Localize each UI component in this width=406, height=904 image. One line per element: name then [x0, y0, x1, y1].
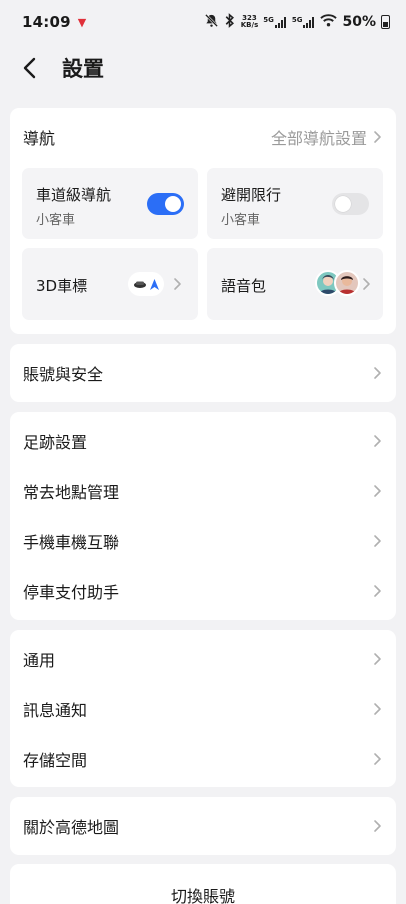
list-item-label: 存儲空間	[23, 751, 88, 770]
toggle-knob	[335, 196, 351, 212]
sim1-signal-icon: 5G	[263, 16, 287, 28]
list-item-label: 足跡設置	[23, 433, 88, 452]
all-navigation-settings-label: 全部導航設置	[270, 129, 367, 148]
3d-car-icon-tile[interactable]: 3D車標	[22, 248, 198, 320]
general-row[interactable]: 通用	[10, 634, 396, 684]
chevron-right-icon	[373, 434, 382, 448]
chevron-right-icon	[373, 484, 382, 498]
settings-group-2: 通用 訊息通知 存儲空間	[10, 630, 396, 787]
navigation-header: 導航 全部導航設置	[10, 108, 396, 166]
all-navigation-settings-link[interactable]: 全部導航設置	[271, 125, 382, 149]
car-marker-preview-icon	[128, 272, 164, 296]
chevron-right-icon	[373, 130, 382, 144]
account-security-row[interactable]: 賬號與安全	[10, 344, 396, 402]
chevron-right-icon	[173, 277, 182, 291]
account-security-label: 賬號與安全	[23, 365, 104, 384]
avoid-restriction-toggle[interactable]	[332, 193, 369, 215]
navigation-card: 導航 全部導航設置 車道級導航 小客車 避開限行 小客車 3D車標 語音包	[10, 108, 396, 334]
lane-navigation-vehicle: 小客車	[36, 213, 76, 228]
list-item-label: 常去地點管理	[23, 483, 120, 502]
phone-car-connect-row[interactable]: 手機車機互聯	[10, 516, 396, 566]
voice-avatar-icon	[334, 270, 360, 296]
status-bar: 14:09 ▼ 323 KB/s 5G 5G 50%	[0, 0, 406, 44]
lane-navigation-tile[interactable]: 車道級導航 小客車	[22, 168, 198, 239]
3d-car-icon-title: 3D車標	[36, 277, 88, 295]
parking-payment-row[interactable]: 停車支付助手	[10, 566, 396, 616]
footprint-settings-row[interactable]: 足跡設置	[10, 416, 396, 466]
notifications-row[interactable]: 訊息通知	[10, 684, 396, 734]
lane-navigation-title: 車道級導航	[36, 186, 112, 204]
avoid-restriction-title: 避開限行	[221, 186, 282, 204]
about-card: 關於高德地圖	[10, 797, 396, 855]
header: 設置	[0, 44, 406, 92]
chevron-right-icon	[373, 819, 382, 833]
status-time: 14:09	[22, 13, 71, 31]
notification-arrow-icon: ▼	[77, 15, 87, 29]
about-label: 關於高德地圖	[23, 818, 120, 837]
sim2-signal-icon: 5G	[292, 16, 316, 28]
battery-percent: 50%	[342, 14, 376, 30]
avoid-restriction-vehicle: 小客車	[221, 213, 261, 228]
battery-icon	[381, 15, 390, 29]
lane-navigation-toggle[interactable]	[147, 193, 184, 215]
chevron-right-icon	[373, 534, 382, 548]
network-speed: 323 KB/s	[240, 14, 259, 29]
settings-group-1: 足跡設置 常去地點管理 手機車機互聯 停車支付助手	[10, 412, 396, 620]
bluetooth-icon	[224, 12, 236, 32]
voice-pack-tile[interactable]: 語音包	[207, 248, 383, 320]
silent-bell-icon	[204, 13, 219, 32]
back-chevron-icon[interactable]	[22, 56, 42, 80]
frequent-places-row[interactable]: 常去地點管理	[10, 466, 396, 516]
toggle-knob	[165, 196, 181, 212]
list-item-label: 停車支付助手	[23, 583, 120, 602]
chevron-right-icon	[373, 702, 382, 716]
voice-pack-title: 語音包	[221, 277, 267, 295]
chevron-right-icon	[373, 584, 382, 598]
status-icons: 323 KB/s 5G 5G 50%	[204, 12, 390, 32]
chevron-right-icon	[373, 652, 382, 666]
switch-account-button[interactable]: 切換賬號	[10, 864, 396, 904]
list-item-label: 通用	[23, 651, 56, 670]
avoid-restriction-tile[interactable]: 避開限行 小客車	[207, 168, 383, 239]
wifi-icon	[320, 13, 338, 31]
chevron-right-icon	[373, 366, 382, 380]
list-item-label: 手機車機互聯	[23, 533, 120, 552]
page-title: 設置	[62, 57, 104, 81]
list-item-label: 訊息通知	[23, 701, 88, 720]
chevron-right-icon	[373, 752, 382, 766]
switch-account-label: 切換賬號	[170, 887, 235, 904]
account-security-card: 賬號與安全	[10, 344, 396, 402]
storage-row[interactable]: 存儲空間	[10, 734, 396, 784]
chevron-right-icon	[362, 277, 371, 291]
about-row[interactable]: 關於高德地圖	[10, 797, 396, 855]
navigation-title: 導航	[23, 129, 56, 148]
